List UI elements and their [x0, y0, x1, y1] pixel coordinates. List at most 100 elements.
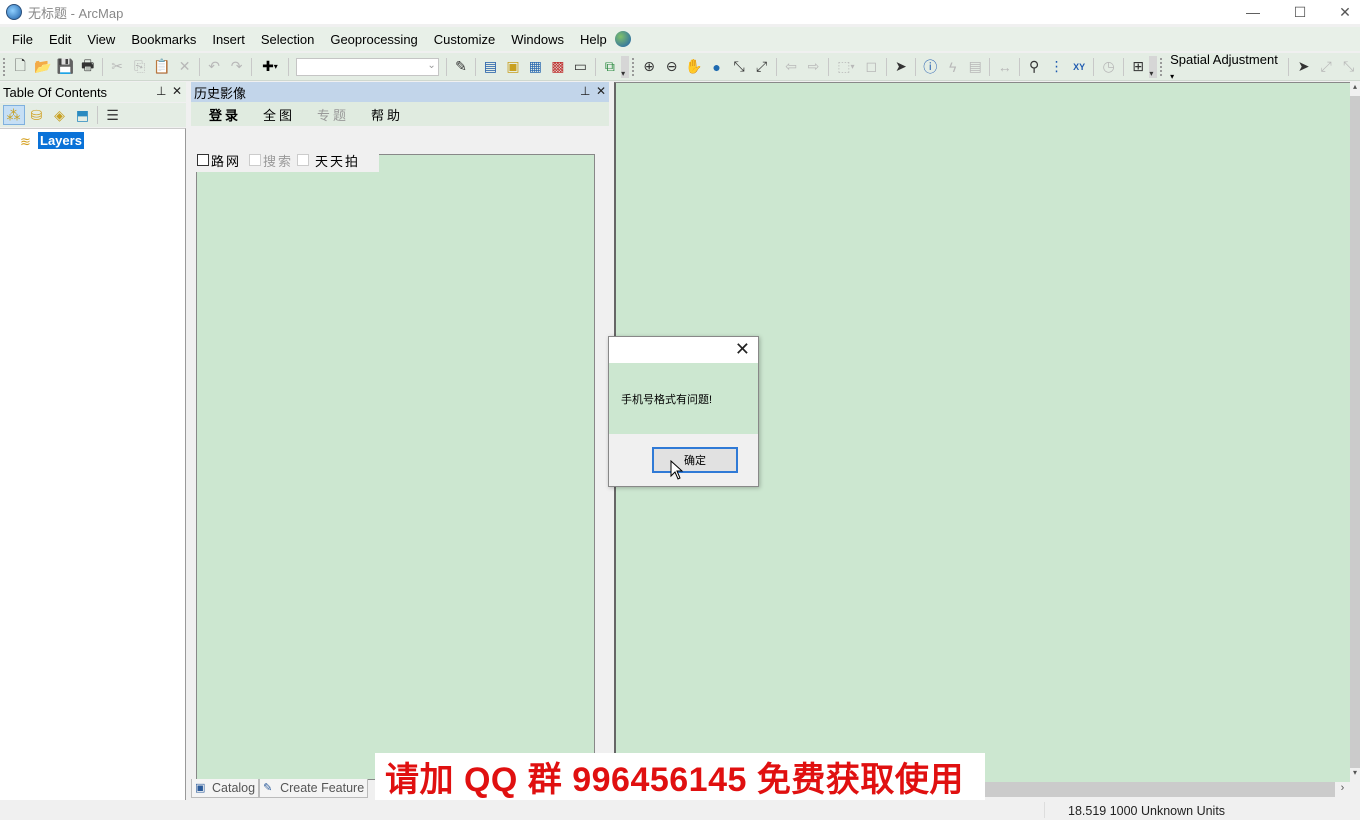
pin-icon[interactable]: ⊥ [156, 84, 166, 98]
catalog-window-icon[interactable]: ▣ [502, 56, 523, 78]
hyperlink-lightning-icon[interactable]: ϟ [942, 56, 963, 78]
search-checkbox[interactable] [249, 154, 262, 166]
menu-full-extent[interactable]: 全图 [263, 105, 295, 124]
python-window-icon[interactable]: ▭ [570, 56, 591, 78]
modify-link-icon[interactable]: ⤡ [1338, 56, 1359, 78]
select-elements-arrow-icon[interactable]: ➤ [1293, 56, 1314, 78]
menu-file[interactable]: File [4, 32, 41, 47]
map-horizontal-scrollbar[interactable] [985, 782, 1335, 797]
add-data-icon[interactable]: ✚ ▾ [255, 56, 284, 78]
menu-windows[interactable]: Windows [503, 32, 572, 47]
tab-create-features[interactable]: ✎ Create Feature [259, 778, 369, 798]
clear-selection-icon[interactable]: ◻ [861, 56, 882, 78]
menu-customize[interactable]: Customize [426, 32, 503, 47]
open-folder-icon[interactable]: 📂 [32, 56, 53, 78]
go-to-xy-icon[interactable]: XY [1068, 56, 1089, 78]
table-of-contents-icon[interactable]: ▤ [480, 56, 501, 78]
find-binoculars-icon[interactable]: ⚲ [1023, 56, 1044, 78]
html-popup-icon[interactable]: ▤ [965, 56, 986, 78]
toc-toolbar: ⁂ ⛁ ◈ ⬒ ☰ [0, 103, 186, 127]
road-network-checkbox[interactable] [197, 154, 209, 166]
spatial-adjustment-menu[interactable]: Spatial Adjustment ▾ [1166, 52, 1285, 82]
zoom-out-icon[interactable]: ⊖ [661, 56, 682, 78]
fixed-zoom-in-icon[interactable]: ⤡ [728, 56, 749, 78]
menu-insert[interactable]: Insert [204, 32, 253, 47]
delete-icon[interactable]: ✕ [174, 56, 195, 78]
full-extent-globe-icon[interactable]: ● [706, 56, 727, 78]
minimize-button[interactable]: — [1230, 0, 1276, 24]
ok-button[interactable]: 确定 [652, 447, 738, 473]
arcgis-online-globe-icon[interactable] [614, 31, 631, 47]
window-title: 无标题 - ArcMap [28, 5, 124, 21]
select-features-icon[interactable]: ⬚ ▾ [832, 56, 859, 78]
toolbar-grip[interactable] [1160, 57, 1163, 76]
list-by-drawing-order-icon[interactable]: ⁂ [2, 105, 25, 125]
scroll-right-icon[interactable]: › [1335, 782, 1350, 797]
toolbar-separator [101, 57, 103, 76]
menu-bookmarks[interactable]: Bookmarks [123, 32, 204, 47]
mouse-cursor-icon [670, 460, 684, 480]
menu-selection[interactable]: Selection [253, 32, 322, 47]
copy-icon[interactable]: ⎘ [129, 56, 150, 78]
history-panel-close-icon[interactable]: ✕ [596, 84, 606, 98]
toolbar-separator [288, 57, 290, 76]
dialog-close-icon[interactable]: ✕ [735, 340, 750, 358]
fixed-zoom-out-icon[interactable]: ⤢ [751, 56, 772, 78]
options-list-icon[interactable]: ☰ [102, 105, 124, 125]
undo-icon[interactable]: ↶ [203, 56, 224, 78]
catalog-icon: ▣ [195, 781, 206, 794]
print-icon[interactable]: 🖶 [77, 56, 98, 78]
layers-dataframe[interactable]: ≋ Layers [20, 132, 84, 149]
layers-label[interactable]: Layers [38, 132, 84, 149]
list-by-source-icon[interactable]: ⛁ [26, 105, 48, 125]
list-by-selection-icon[interactable]: ⬒ [72, 105, 94, 125]
map-scale-combo[interactable]: ⌄ [296, 57, 439, 76]
toolbar-overflow-icon[interactable]: ▾ [1149, 55, 1158, 78]
tiantianpai-checkbox[interactable] [297, 154, 310, 166]
history-map-view[interactable] [196, 154, 595, 780]
layers-stack-icon: ≋ [20, 133, 31, 149]
toolbar-grip[interactable] [631, 57, 635, 76]
pin-icon[interactable]: ⊥ [580, 84, 590, 98]
pan-hand-icon[interactable]: ✋ [683, 56, 704, 78]
new-document-icon[interactable]: 🗋 [9, 56, 30, 78]
find-route-icon[interactable]: ⋮ [1046, 56, 1067, 78]
arctoolbox-icon[interactable]: ▩ [547, 56, 568, 78]
search-window-icon[interactable]: ▦ [525, 56, 546, 78]
maximize-button[interactable]: ☐ [1277, 0, 1323, 24]
identify-info-icon[interactable]: ⓘ [920, 56, 941, 78]
menu-view[interactable]: View [79, 32, 123, 47]
toolbar-grip[interactable] [3, 57, 6, 76]
toolbar-separator [1288, 57, 1290, 76]
menu-geoprocessing[interactable]: Geoprocessing [322, 32, 425, 47]
tab-catalog[interactable]: ▣ Catalog [191, 778, 260, 798]
zoom-in-icon[interactable]: ⊕ [638, 56, 659, 78]
modelbuilder-icon[interactable]: ⧉ [599, 56, 620, 78]
search-label: 搜索 [263, 154, 294, 170]
scroll-down-icon[interactable]: ▾ [1350, 768, 1360, 782]
toc-close-icon[interactable]: ✕ [172, 84, 182, 98]
menu-help[interactable]: Help [572, 32, 615, 47]
toolbar-separator [1018, 57, 1020, 76]
magnifier-window-icon[interactable]: ⊞ [1127, 56, 1148, 78]
list-by-visibility-icon[interactable]: ◈ [49, 105, 71, 125]
measure-icon[interactable]: ↔ [994, 56, 1015, 78]
menu-login[interactable]: 登录 [209, 105, 241, 124]
select-elements-arrow-icon[interactable]: ➤ [890, 56, 911, 78]
close-button[interactable]: ✕ [1322, 0, 1360, 24]
menu-edit[interactable]: Edit [41, 32, 79, 47]
paste-icon[interactable]: 📋 [151, 56, 172, 78]
editor-toolbar-icon[interactable]: ✎ [450, 56, 471, 78]
save-icon[interactable]: 💾 [54, 56, 75, 78]
menu-thematic[interactable]: 专题 [317, 105, 349, 124]
time-slider-icon[interactable]: ◷ [1098, 56, 1119, 78]
cut-icon[interactable]: ✂ [106, 56, 127, 78]
map-vertical-scrollbar[interactable]: ▴ ▾ [1350, 82, 1360, 782]
forward-arrow-icon[interactable]: ⇨ [803, 56, 824, 78]
back-arrow-icon[interactable]: ⇦ [780, 56, 801, 78]
redo-icon[interactable]: ↷ [226, 56, 247, 78]
scroll-up-icon[interactable]: ▴ [1350, 82, 1360, 96]
new-displacement-link-icon[interactable]: ⤢ [1315, 56, 1336, 78]
menu-help[interactable]: 帮助 [371, 105, 403, 124]
toolbar-overflow-icon[interactable]: ▾ [621, 55, 629, 78]
